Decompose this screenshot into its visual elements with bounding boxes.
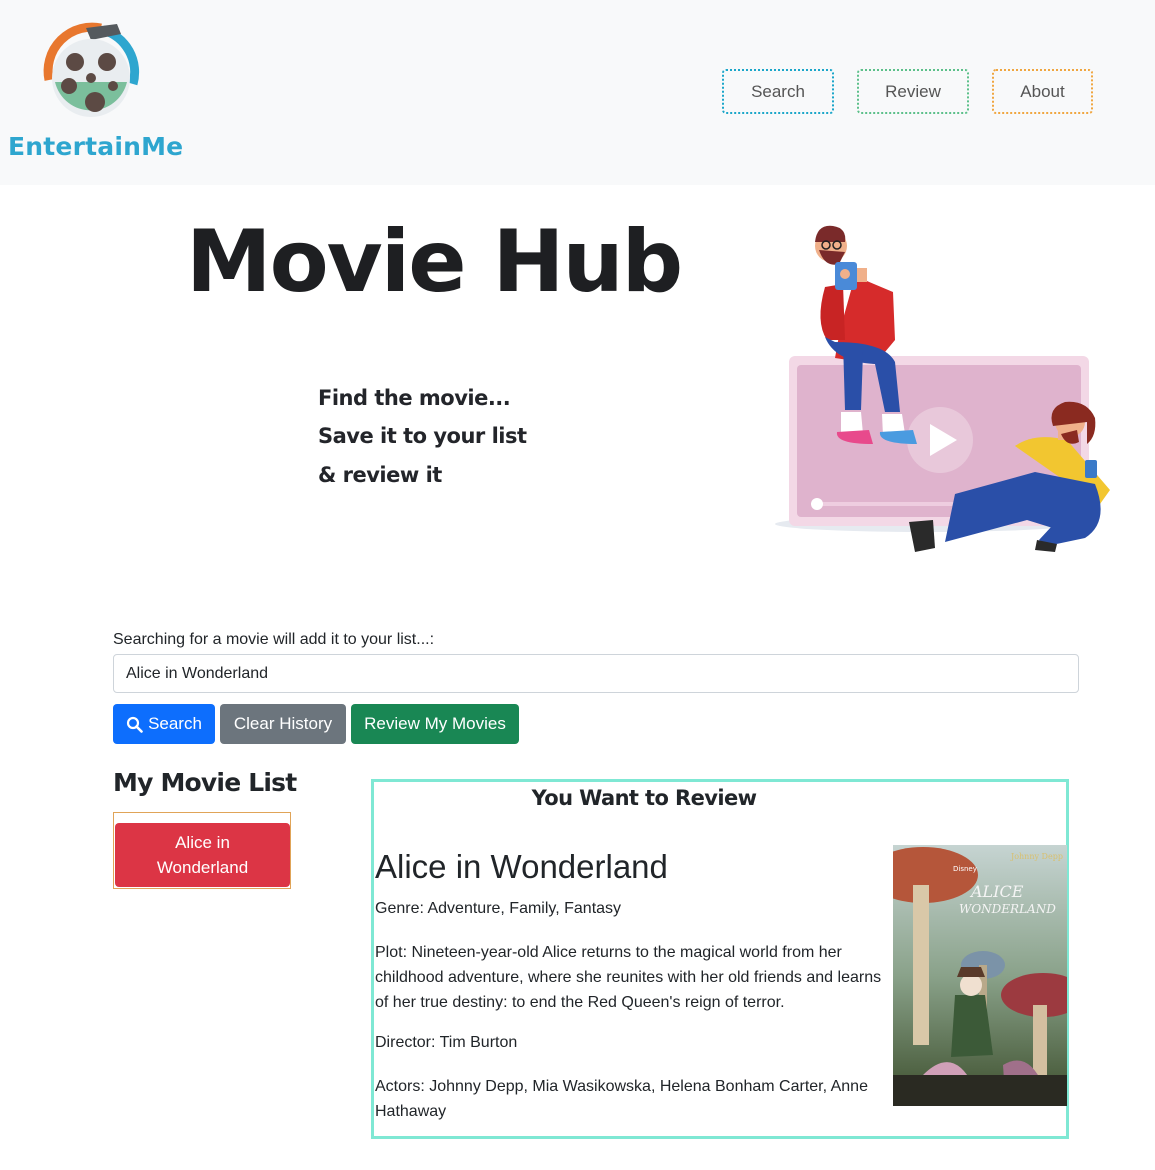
poster-title-line2: WONDERLAND bbox=[959, 902, 1056, 916]
movie-list: Alice in Wonderland bbox=[113, 812, 291, 889]
review-panel: You Want to Review Alice in Wonderland G… bbox=[371, 779, 1069, 1139]
page-title: Movie Hub bbox=[186, 212, 683, 312]
poster-studio: Disney bbox=[953, 865, 977, 873]
nav-search-button[interactable]: Search bbox=[722, 69, 834, 114]
tagline-line-2: Save it to your list bbox=[318, 424, 527, 448]
movie-actors: Actors: Johnny Depp, Mia Wasikowska, Hel… bbox=[375, 1078, 868, 1120]
search-icon bbox=[126, 716, 143, 733]
film-reel-icon bbox=[43, 22, 140, 117]
poster-credit: Johnny Depp bbox=[1010, 852, 1063, 861]
brand-name: EntertainMe bbox=[8, 132, 184, 161]
movie-list-heading: My Movie List bbox=[113, 768, 297, 797]
movie-plot: Plot: Nineteen-year-old Alice returns to… bbox=[375, 944, 882, 1011]
search-label: Searching for a movie will add it to you… bbox=[113, 631, 435, 648]
movie-list-item[interactable]: Alice in Wonderland bbox=[115, 823, 290, 887]
poster-title-line1: ALICE bbox=[969, 882, 1024, 901]
tagline-line-1: Find the movie... bbox=[318, 386, 511, 410]
search-button-label: Search bbox=[148, 714, 202, 733]
movie-title: Alice in Wonderland bbox=[375, 848, 668, 885]
search-button[interactable]: Search bbox=[113, 704, 215, 744]
brand-logo[interactable]: EntertainMe bbox=[8, 20, 188, 170]
movie-poster: Johnny Depp Disney ALICE WONDERLAND bbox=[893, 845, 1067, 1106]
movie-genre: Genre: Adventure, Family, Fantasy bbox=[375, 900, 622, 917]
nav-about-button[interactable]: About bbox=[992, 69, 1093, 114]
movie-director: Director: Tim Burton bbox=[375, 1034, 518, 1051]
tagline-line-3: & review it bbox=[318, 463, 442, 487]
review-heading: You Want to Review bbox=[531, 786, 757, 810]
hero-illustration bbox=[775, 225, 1110, 552]
review-my-movies-button[interactable]: Review My Movies bbox=[351, 704, 519, 744]
nav-review-button[interactable]: Review bbox=[857, 69, 969, 114]
clear-history-button[interactable]: Clear History bbox=[220, 704, 346, 744]
navbar: EntertainMe Search Review About bbox=[0, 0, 1155, 185]
movie-search-input[interactable] bbox=[113, 654, 1079, 693]
